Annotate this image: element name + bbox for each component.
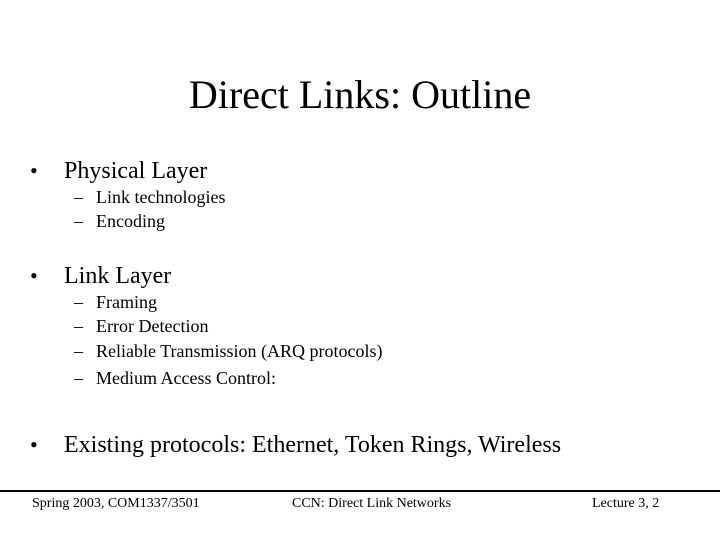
footer-course: Spring 2003, COM1337/3501 (32, 496, 200, 511)
sub-item-label: Encoding (96, 211, 165, 231)
sub-item-label: Framing (96, 292, 157, 312)
bullet-icon: • (30, 263, 38, 288)
footer-topic: CCN: Direct Link Networks (292, 496, 452, 511)
dash-icon: – (74, 316, 83, 336)
bullet-icon: • (30, 432, 38, 457)
footer-divider (0, 490, 720, 492)
sub-item-label: Reliable Transmission (ARQ protocols) (96, 341, 383, 361)
bullet-label: Physical Layer (64, 158, 208, 184)
sub-item-label: Medium Access Control: (96, 368, 276, 388)
dash-icon: – (74, 341, 83, 361)
dash-icon: – (74, 211, 83, 231)
dash-icon: – (74, 187, 83, 207)
footer-page-number: Lecture 3, 2 (592, 496, 660, 511)
dash-icon: – (74, 292, 83, 312)
sub-item-label: Link technologies (96, 187, 226, 207)
bullet-label: Existing protocols: Ethernet, Token Ring… (64, 432, 562, 458)
bullet-label: Link Layer (64, 263, 172, 289)
slide: Direct Links: Outline • Physical Layer –… (0, 0, 720, 540)
dash-icon: – (74, 368, 83, 388)
sub-item-label: Error Detection (96, 316, 209, 336)
slide-title: Direct Links: Outline (188, 72, 532, 117)
bullet-icon: • (30, 158, 38, 183)
